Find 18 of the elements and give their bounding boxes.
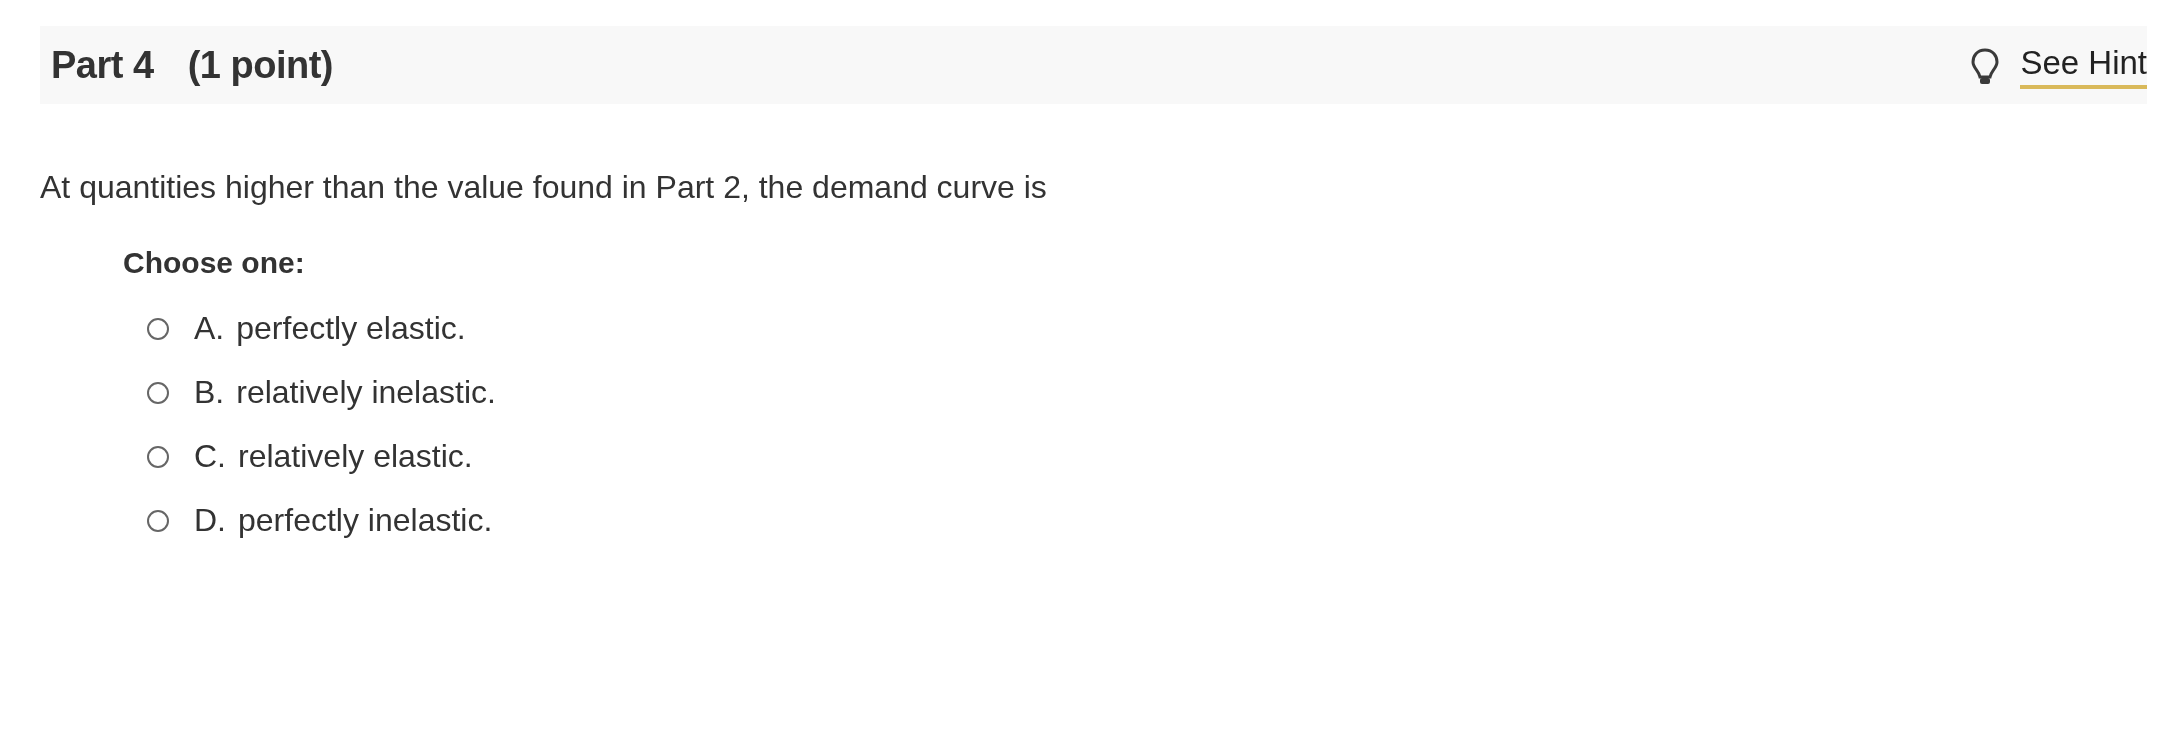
- option-text: perfectly elastic.: [236, 310, 466, 347]
- radio-button[interactable]: [147, 509, 169, 532]
- part-title: Part 4: [51, 43, 154, 87]
- radio-button[interactable]: [147, 317, 169, 340]
- points-label: (1 point): [187, 43, 333, 87]
- option-letter: C.: [194, 438, 226, 475]
- radio-button[interactable]: [147, 381, 169, 404]
- question-text: At quantities higher than the value found in Part 2, the demand curve is: [40, 169, 1048, 206]
- radio-button[interactable]: [147, 445, 169, 468]
- option-letter: A.: [194, 310, 225, 347]
- option-text: perfectly inelastic.: [238, 502, 493, 539]
- option-text: relatively elastic.: [238, 438, 473, 475]
- lightbulb-icon: [1970, 47, 2001, 87]
- choose-prompt: Choose one:: [123, 246, 306, 280]
- option-letter: B.: [194, 374, 225, 411]
- see-hint-link[interactable]: See Hint: [2020, 45, 2147, 89]
- option-text: relatively inelastic.: [236, 374, 496, 411]
- option-letter: D.: [194, 502, 226, 539]
